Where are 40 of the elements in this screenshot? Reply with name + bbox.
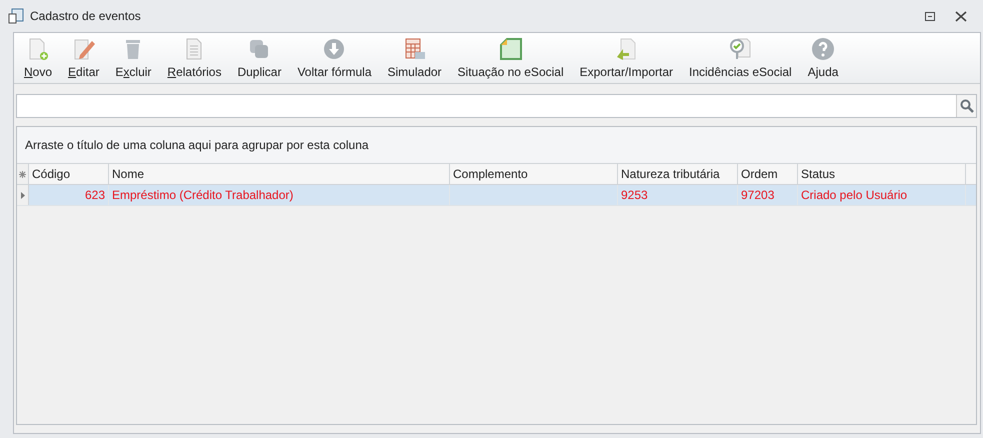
magnifier-document-icon (728, 37, 752, 61)
column-header[interactable]: Código (29, 164, 109, 184)
toolbar-button[interactable]: Duplicar (229, 37, 290, 79)
row-pointer-icon (20, 192, 24, 198)
table-cell: 9253 (621, 188, 648, 202)
toolbar-button[interactable]: Incidências eSocial (681, 37, 800, 79)
table-cell: 97203 (741, 188, 774, 202)
restore-icon[interactable] (925, 12, 935, 20)
search-button[interactable] (956, 95, 976, 117)
toolbar-button[interactable]: Editar (60, 37, 108, 79)
column-header[interactable]: Nome (109, 164, 450, 184)
toolbar-button[interactable]: Voltar fórmula (289, 37, 380, 79)
window-title: Cadastro de eventos (30, 9, 142, 23)
close-icon[interactable] (955, 10, 967, 22)
pencil-document-icon (72, 37, 96, 61)
table-cell: 623 (84, 188, 105, 202)
help-icon (811, 37, 836, 61)
toolbar-button[interactable]: Exportar/Importar (572, 37, 681, 79)
toolbar-button[interactable]: Ajuda (800, 37, 846, 79)
column-header[interactable]: Natureza tributária (618, 164, 738, 184)
table-cell: Empréstimo (Crédito Trabalhador) (112, 188, 294, 202)
search-field[interactable] (16, 94, 977, 118)
column-header[interactable]: Status (798, 164, 966, 184)
calculator-icon (402, 37, 427, 61)
toolbar-button[interactable]: Simulador (380, 37, 450, 79)
app-icon (8, 8, 24, 24)
asterisk-icon (19, 170, 26, 178)
table-row[interactable]: 623 Empréstimo (Crédito Trabalhador) 9253 97203 Criado pelo Usuário (17, 185, 976, 206)
search-icon (960, 99, 974, 113)
column-header[interactable]: Ordem (738, 164, 798, 184)
document-arrow-icon (614, 37, 638, 61)
group-by-hint: Arraste o título de uma coluna aqui para agrupar por esta coluna (25, 138, 369, 152)
toolbar-button[interactable]: Excluir (107, 37, 160, 79)
column-header[interactable]: Complemento (450, 164, 618, 184)
down-arrow-circle-icon (322, 37, 346, 61)
toolbar-button[interactable]: Situação no eSocial (450, 37, 572, 79)
toolbar-button[interactable]: Relatórios (159, 37, 230, 79)
table-cell: Criado pelo Usuário (801, 188, 908, 202)
toolbar-button[interactable]: Novo (16, 37, 60, 79)
document-icon (498, 37, 523, 61)
